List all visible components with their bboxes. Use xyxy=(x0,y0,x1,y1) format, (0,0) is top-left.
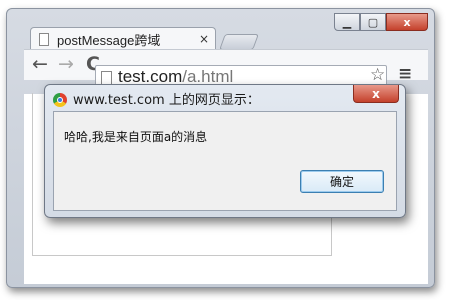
window-controls: ▁ ▢ x xyxy=(334,13,428,33)
dialog-close-button[interactable]: x xyxy=(353,85,399,103)
new-tab-button[interactable] xyxy=(219,34,259,50)
page-icon xyxy=(39,32,49,46)
maximize-icon: ▢ xyxy=(367,15,379,29)
minimize-icon: ▁ xyxy=(342,15,352,29)
close-icon: x xyxy=(372,86,380,101)
page-icon xyxy=(101,71,112,85)
forward-icon[interactable]: → xyxy=(58,54,74,74)
ok-button[interactable]: 确定 xyxy=(300,170,384,193)
dialog-body: 哈哈,我是来自页面a的消息 确定 xyxy=(53,111,397,211)
back-icon[interactable]: ← xyxy=(32,54,48,74)
maximize-button[interactable]: ▢ xyxy=(360,13,386,31)
star-icon[interactable]: ☆ xyxy=(370,65,385,85)
minimize-button[interactable]: ▁ xyxy=(334,13,360,31)
tab-postmessage[interactable]: postMessage跨域 × xyxy=(30,27,216,50)
dialog-title: www.test.com 上的网页显示： xyxy=(73,93,260,108)
chrome-icon xyxy=(53,93,67,107)
tab-close-icon[interactable]: × xyxy=(199,32,209,46)
dialog-message: 哈哈,我是来自页面a的消息 xyxy=(64,130,208,144)
window-close-button[interactable]: x xyxy=(386,13,428,31)
close-icon: x xyxy=(403,15,411,29)
tab-title: postMessage跨域 xyxy=(57,32,161,48)
alert-dialog: www.test.com 上的网页显示： x 哈哈,我是来自页面a的消息 确定 xyxy=(44,84,406,218)
menu-icon[interactable]: ≡ xyxy=(398,64,412,84)
